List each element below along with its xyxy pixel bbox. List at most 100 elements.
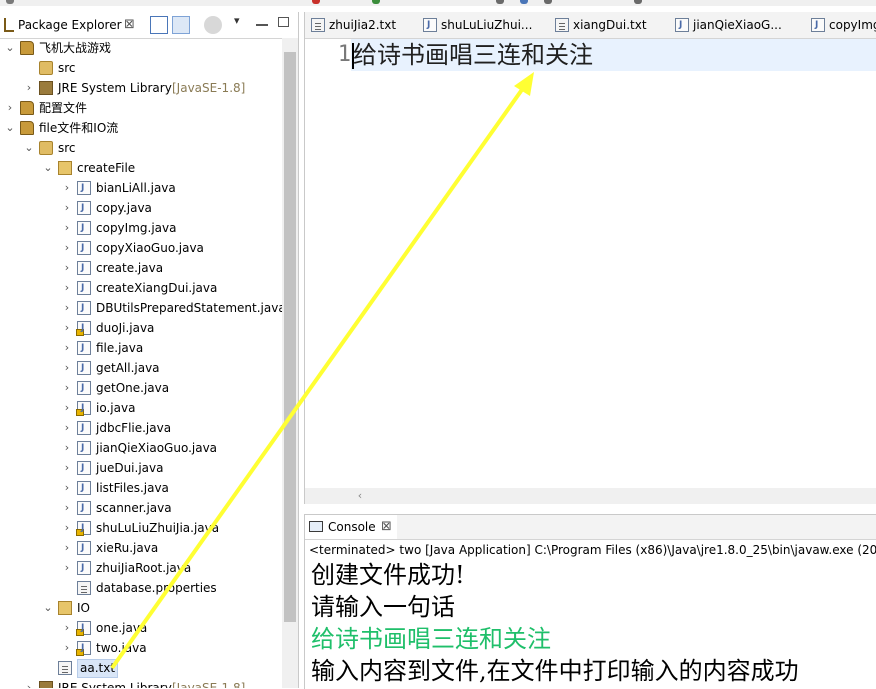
editor-tab-label: copyImg. (829, 18, 876, 32)
collapsed-chevron-icon[interactable]: › (23, 678, 35, 688)
collapsed-chevron-icon[interactable]: › (4, 98, 16, 118)
view-menu-icon[interactable]: ▾ (234, 14, 240, 27)
collapsed-chevron-icon[interactable]: › (61, 218, 73, 238)
java-file-icon (77, 501, 91, 515)
tree-item-label: getOne.java (96, 381, 170, 395)
java-file-icon (77, 481, 91, 495)
java-file-icon (77, 241, 91, 255)
horizontal-scrollbar[interactable]: ‹ (305, 488, 876, 504)
minimize-icon[interactable] (256, 24, 268, 26)
expanded-chevron-icon[interactable]: ⌄ (42, 598, 54, 618)
tree-item-label: JRE System Library (58, 81, 172, 95)
collapsed-chevron-icon[interactable]: › (61, 358, 73, 378)
collapsed-chevron-icon[interactable]: › (61, 458, 73, 478)
collapsed-chevron-icon[interactable]: › (61, 318, 73, 338)
toolbar-button-icon[interactable] (6, 0, 14, 4)
collapsed-chevron-icon[interactable]: › (61, 238, 73, 258)
tree-item-label: src (58, 141, 76, 155)
expanded-chevron-icon[interactable]: ⌄ (23, 138, 35, 158)
collapsed-chevron-icon[interactable]: › (61, 478, 73, 498)
collapsed-chevron-icon[interactable]: › (61, 438, 73, 458)
console-view: Console ⊠ <terminated> two [Java Applica… (304, 514, 876, 689)
expanded-chevron-icon[interactable]: ⌄ (4, 118, 16, 138)
collapsed-chevron-icon[interactable]: › (61, 498, 73, 518)
collapsed-chevron-icon[interactable]: › (61, 638, 73, 658)
java-file-icon (77, 201, 91, 215)
close-icon[interactable]: ⊠ (381, 515, 392, 539)
collapsed-chevron-icon[interactable]: › (61, 618, 73, 638)
tree-item-label: xieRu.java (96, 541, 159, 555)
editor-content[interactable]: 给诗书画唱三连和关注 (353, 39, 593, 71)
text-file-icon (77, 581, 91, 595)
collapsed-chevron-icon[interactable]: › (61, 378, 73, 398)
console-icon (309, 521, 323, 532)
tab-package-explorer[interactable]: Package Explorer ⊠ (0, 12, 170, 38)
editor-tab-label: shuLuLiuZhui... (441, 18, 533, 32)
editor-tab[interactable]: shuLuLiuZhui... (417, 12, 550, 38)
collapsed-chevron-icon[interactable]: › (61, 298, 73, 318)
project-icon (20, 101, 34, 115)
java-file-warning-icon (76, 521, 91, 536)
collapsed-chevron-icon[interactable]: › (23, 78, 35, 98)
close-icon[interactable]: ⊠ (124, 12, 135, 38)
project-tree: ⌄ 飞机大战游戏 src › JRE System Library [JavaSE-1.… (0, 38, 282, 688)
java-file-icon (77, 301, 91, 315)
collapsed-chevron-icon[interactable]: › (61, 558, 73, 578)
console-input-line: 给诗书画唱三连和关注 (311, 625, 551, 653)
tree-item-label: copy.java (96, 201, 152, 215)
console-output-line: 输入内容到文件,在文件中打印输入的内容成功 (311, 657, 799, 685)
java-file-icon (77, 181, 91, 195)
scroll-left-icon[interactable]: ‹ (353, 488, 367, 504)
expanded-chevron-icon[interactable]: ⌄ (42, 158, 54, 178)
toolbar-button-icon[interactable] (634, 0, 642, 4)
toolbar-button-icon[interactable] (544, 0, 552, 4)
package-explorer: Package Explorer ⊠ ▾ ⌄ 飞机大战游戏 src › JRE Syst… (0, 12, 299, 688)
editor-tab[interactable]: xiangDui.txt (549, 12, 670, 38)
run-icon[interactable] (372, 0, 380, 4)
console-title: Console (328, 520, 376, 534)
editor-tab-label: jianQieXiaoG... (693, 18, 782, 32)
collapsed-chevron-icon[interactable]: › (61, 258, 73, 278)
collapsed-chevron-icon[interactable]: › (61, 398, 73, 418)
collapsed-chevron-icon[interactable]: › (61, 538, 73, 558)
tree-item-label: JRE System Library (58, 681, 172, 688)
maximize-icon[interactable] (278, 17, 289, 27)
tree-item-label: two.java (96, 641, 147, 655)
text-file-icon (555, 18, 569, 32)
editor-tab[interactable]: jianQieXiaoG... (669, 12, 806, 38)
tree-item-label: jdbcFlie.java (96, 421, 172, 435)
java-file-icon (77, 381, 91, 395)
collapsed-chevron-icon[interactable]: › (61, 338, 73, 358)
console-output: 创建文件成功! 请输入一句话 给诗书画唱三连和关注 输入内容到文件,在文件中打印输入的… (305, 559, 876, 689)
collapse-all-icon[interactable] (150, 16, 168, 34)
tree-item-label: copyXiaoGuo.java (96, 241, 204, 255)
tree-item-label: IO (77, 601, 90, 615)
stop-icon[interactable] (312, 0, 320, 4)
tab-console[interactable]: Console ⊠ (305, 515, 397, 539)
collapsed-chevron-icon[interactable]: › (61, 418, 73, 438)
link-with-editor-icon[interactable] (172, 16, 190, 34)
scrollbar-thumb[interactable] (284, 52, 296, 622)
package-explorer-icon (4, 18, 14, 32)
collapsed-chevron-icon[interactable]: › (61, 198, 73, 218)
toolbar-button-icon[interactable] (496, 0, 504, 4)
editor-tab[interactable]: zhuiJia2.txt (305, 12, 418, 38)
collapsed-chevron-icon[interactable]: › (61, 178, 73, 198)
expanded-chevron-icon[interactable]: ⌄ (4, 38, 16, 58)
package-icon (58, 601, 72, 615)
java-file-icon (77, 361, 91, 375)
collapsed-chevron-icon[interactable]: › (61, 278, 73, 298)
editor-tab[interactable]: copyImg. (805, 12, 876, 38)
tree-item-label: 配置文件 (39, 101, 88, 115)
tree-item-label: aa.txt (77, 659, 119, 678)
package-explorer-title: Package Explorer (18, 18, 122, 32)
toolbar-button-icon[interactable] (520, 0, 528, 4)
tree-item-label: createXiangDui.java (96, 281, 218, 295)
line-number-gutter (305, 39, 351, 492)
tree-item-label: jueDui.java (96, 461, 164, 475)
tree-item-label: file文件和IO流 (39, 121, 119, 135)
collapsed-chevron-icon[interactable]: › (61, 518, 73, 538)
filter-icon[interactable] (204, 16, 222, 34)
tree-item-label: listFiles.java (96, 481, 169, 495)
java-file-icon (77, 541, 91, 555)
